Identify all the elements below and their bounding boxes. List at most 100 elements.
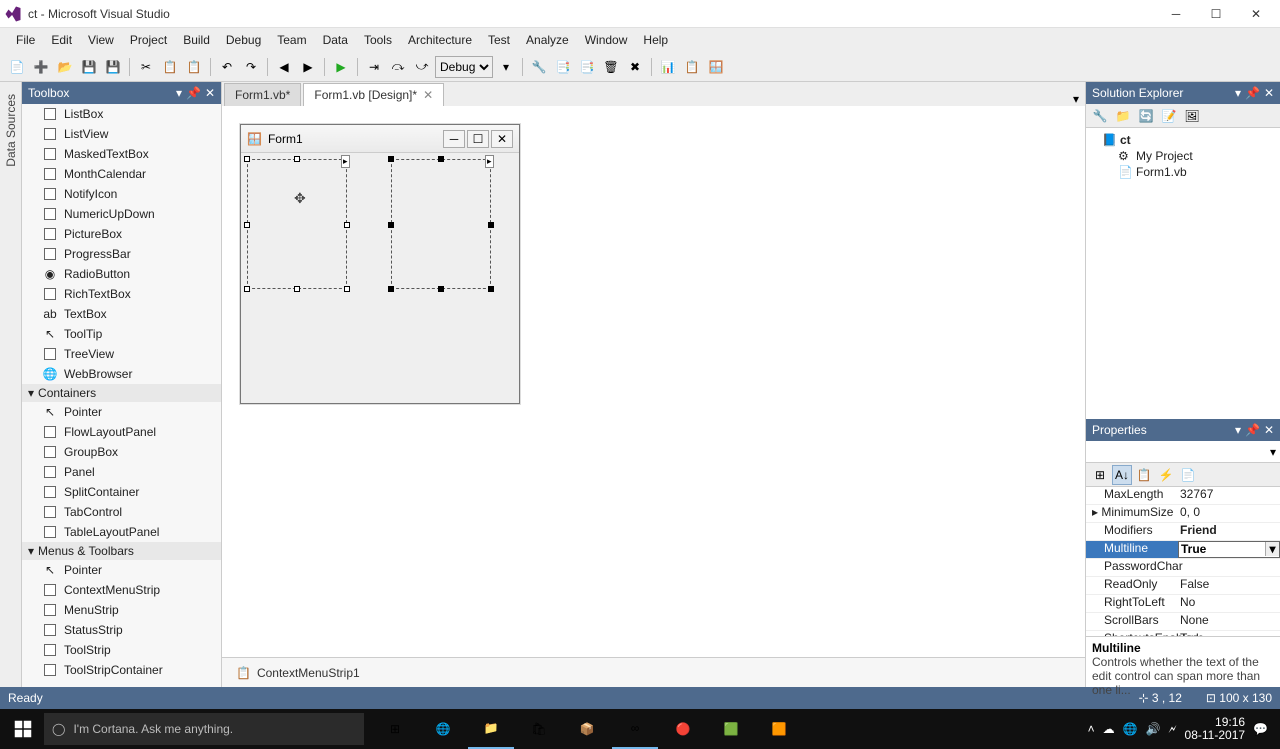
dropdown-arrow-icon[interactable]: ▾	[495, 56, 517, 78]
close-button[interactable]: ✕	[1236, 3, 1276, 25]
step-icon[interactable]: ⇥	[363, 56, 385, 78]
selected-control-1[interactable]: ✥	[247, 159, 347, 289]
solution-tree[interactable]: 📘ct ⚙My Project 📄Form1.vb	[1086, 128, 1280, 419]
toolbox-list[interactable]: ListBox ListView MaskedTextBox MonthCale…	[22, 104, 221, 687]
smart-tag-icon[interactable]: ▸	[485, 155, 494, 168]
properties-icon[interactable]: 📋	[1134, 465, 1154, 485]
smart-tag-icon[interactable]: ▸	[341, 155, 350, 168]
explorer-icon[interactable]: 📁	[468, 709, 514, 749]
form-node[interactable]: 📄Form1.vb	[1090, 164, 1276, 180]
menu-team[interactable]: Team	[269, 30, 314, 50]
close-icon[interactable]: ✕	[205, 86, 215, 100]
copy-icon[interactable]: 📋	[159, 56, 181, 78]
design-surface[interactable]: 🪟 Form1 ─ ☐ ✕ ✥	[222, 106, 1085, 657]
cortana-search[interactable]: ◯ I'm Cortana. Ask me anything.	[44, 713, 364, 745]
form-designer[interactable]: 🪟 Form1 ─ ☐ ✕ ✥	[240, 124, 520, 404]
undo-icon[interactable]: ↶	[216, 56, 238, 78]
categorized-icon[interactable]: ⊞	[1090, 465, 1110, 485]
toolbox-category-menus[interactable]: ▾Menus & Toolbars	[22, 542, 221, 560]
open-icon[interactable]: 📂	[54, 56, 76, 78]
nav-fwd-icon[interactable]: ▶	[297, 56, 319, 78]
menu-edit[interactable]: Edit	[43, 30, 80, 50]
view-designer-icon[interactable]: 🖼	[1182, 106, 1202, 126]
menu-build[interactable]: Build	[175, 30, 218, 50]
tab-dropdown-icon[interactable]: ▾	[1073, 92, 1085, 106]
properties-grid[interactable]: MaxLength32767 ▸ MinimumSize0, 0 Modifie…	[1086, 487, 1280, 637]
app-icon[interactable]: 🟩	[708, 709, 754, 749]
tool-icon[interactable]: 🪟	[705, 56, 727, 78]
menu-view[interactable]: View	[80, 30, 122, 50]
config-dropdown[interactable]: Debug	[435, 56, 493, 78]
menu-window[interactable]: Window	[577, 30, 636, 50]
redo-icon[interactable]: ↷	[240, 56, 262, 78]
expand-icon[interactable]: ▸	[1092, 505, 1098, 519]
battery-icon[interactable]: 🗲	[1169, 722, 1177, 737]
menu-help[interactable]: Help	[635, 30, 676, 50]
tool-icon[interactable]: 📊	[657, 56, 679, 78]
menu-test[interactable]: Test	[480, 30, 518, 50]
menu-tools[interactable]: Tools	[356, 30, 400, 50]
tray-chevron-icon[interactable]: ˄	[1088, 722, 1095, 736]
pin-icon[interactable]: 📌	[186, 86, 201, 100]
tool-icon[interactable]: ✖	[624, 56, 646, 78]
events-icon[interactable]: ⚡	[1156, 465, 1176, 485]
edge-icon[interactable]: 🌐	[420, 709, 466, 749]
close-icon[interactable]: ✕	[1264, 86, 1274, 100]
tool-icon[interactable]: 📑	[576, 56, 598, 78]
tool-icon[interactable]: 🗑	[600, 56, 622, 78]
tab-data-sources[interactable]: Data Sources	[2, 88, 20, 173]
close-icon[interactable]: ✕	[1264, 423, 1274, 437]
store-icon[interactable]: 🛍	[516, 709, 562, 749]
chrome-icon[interactable]: 🔴	[660, 709, 706, 749]
project-node[interactable]: 📘ct	[1090, 132, 1276, 148]
save-icon[interactable]: 💾	[78, 56, 100, 78]
maximize-button[interactable]: ☐	[1196, 3, 1236, 25]
myproject-node[interactable]: ⚙My Project	[1090, 148, 1276, 164]
onedrive-icon[interactable]: ☁	[1103, 722, 1115, 736]
property-pages-icon[interactable]: 📄	[1178, 465, 1198, 485]
save-all-icon[interactable]: 💾	[102, 56, 124, 78]
minimize-button[interactable]: ─	[1156, 3, 1196, 25]
start-debug-icon[interactable]: ▶	[330, 56, 352, 78]
close-icon[interactable]: ✕	[491, 130, 513, 148]
dropdown-icon[interactable]: ▾	[1235, 423, 1241, 437]
tool-icon[interactable]: 📋	[681, 56, 703, 78]
form-body[interactable]: ✥ ▸ ▸	[241, 153, 519, 403]
minimize-icon[interactable]: ─	[443, 130, 465, 148]
network-icon[interactable]: 🌐	[1123, 722, 1138, 736]
maximize-icon[interactable]: ☐	[467, 130, 489, 148]
menu-data[interactable]: Data	[315, 30, 356, 50]
properties-object-selector[interactable]: ▾	[1086, 441, 1280, 463]
paste-icon[interactable]: 📋	[183, 56, 205, 78]
view-code-icon[interactable]: 📝	[1159, 106, 1179, 126]
tab-form1-code[interactable]: Form1.vb*	[224, 83, 301, 106]
tab-form1-design[interactable]: Form1.vb [Design]*✕	[303, 83, 444, 106]
dropdown-icon[interactable]: ▾	[1235, 86, 1241, 100]
pin-icon[interactable]: 📌	[1245, 423, 1260, 437]
tool-icon[interactable]: 📑	[552, 56, 574, 78]
refresh-icon[interactable]: 🔄	[1136, 106, 1156, 126]
tray-item[interactable]: ContextMenuStrip1	[257, 666, 360, 680]
menu-analyze[interactable]: Analyze	[518, 30, 577, 50]
component-tray[interactable]: 📋 ContextMenuStrip1	[222, 657, 1085, 687]
volume-icon[interactable]: 🔊	[1146, 722, 1161, 736]
toolbox-category-containers[interactable]: ▾Containers	[22, 384, 221, 402]
menu-project[interactable]: Project	[122, 30, 175, 50]
task-view-icon[interactable]: ⊞	[372, 709, 418, 749]
cut-icon[interactable]: ✂	[135, 56, 157, 78]
tool-icon[interactable]: 🔧	[528, 56, 550, 78]
dropdown-icon[interactable]: ▾	[176, 86, 182, 100]
menu-architecture[interactable]: Architecture	[400, 30, 480, 50]
start-button[interactable]	[2, 709, 44, 749]
menu-debug[interactable]: Debug	[218, 30, 269, 50]
camtasia-icon[interactable]: 🟧	[756, 709, 802, 749]
pin-icon[interactable]: 📌	[1245, 86, 1260, 100]
dropdown-icon[interactable]: ▾	[1265, 542, 1279, 556]
properties-icon[interactable]: 🔧	[1090, 106, 1110, 126]
new-project-icon[interactable]: 📄	[6, 56, 28, 78]
menu-file[interactable]: File	[8, 30, 43, 50]
add-item-icon[interactable]: ➕	[30, 56, 52, 78]
show-all-icon[interactable]: 📁	[1113, 106, 1133, 126]
alphabetical-icon[interactable]: A↓	[1112, 465, 1132, 485]
step-out-icon[interactable]: ⤻	[411, 56, 433, 78]
